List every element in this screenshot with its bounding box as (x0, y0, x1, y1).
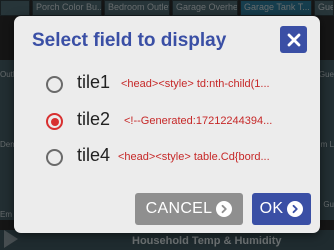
option-name: tile1 (77, 72, 111, 92)
select-field-dialog: Select field to display tile1 <head><sty… (14, 16, 320, 233)
close-button[interactable] (280, 26, 307, 53)
chevron-right-circle-icon (216, 201, 233, 217)
option-name: tile4 (77, 145, 111, 165)
option-name: tile2 (77, 109, 111, 129)
cancel-button-label: CANCEL (145, 200, 213, 217)
dialog-title: Select field to display (32, 30, 227, 51)
option-preview: <head><style> table.Cd{bord... (118, 151, 270, 163)
option-preview: <head><style> td:nth-child(1... (121, 78, 270, 90)
radio-button[interactable] (46, 76, 63, 93)
option-tile4[interactable]: tile4 <head><style> table.Cd{bord... (14, 142, 320, 172)
cancel-button[interactable]: CANCEL (135, 193, 243, 225)
option-preview: <!--Generated:17212244394... (124, 115, 273, 127)
option-tile2[interactable]: tile2 <!--Generated:17212244394... (14, 106, 320, 136)
chevron-right-circle-icon (287, 201, 304, 217)
ok-button[interactable]: OK (252, 193, 311, 225)
radio-button-selected[interactable] (46, 113, 63, 130)
ok-button-label: OK (259, 200, 284, 217)
radio-button[interactable] (46, 149, 63, 166)
close-icon (287, 33, 300, 46)
option-tile1[interactable]: tile1 <head><style> td:nth-child(1... (14, 69, 320, 99)
